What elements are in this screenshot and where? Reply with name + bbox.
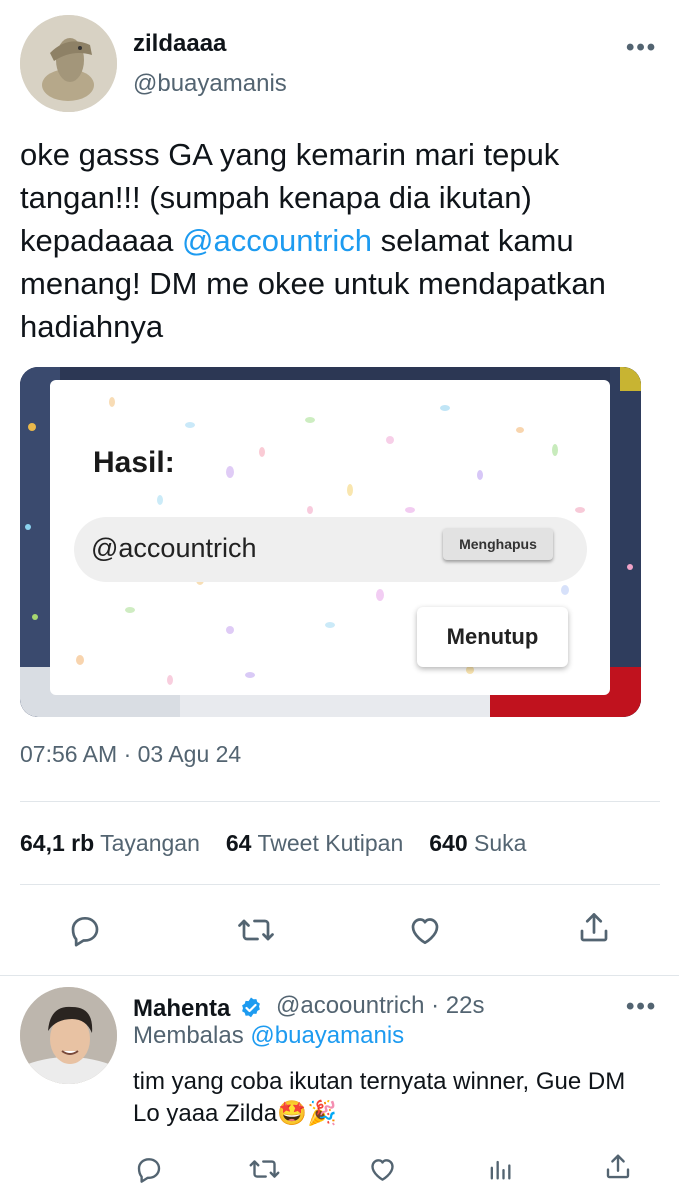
close-button: Menutup — [417, 607, 568, 667]
verified-badge-icon — [239, 996, 263, 1020]
replying-to-handle[interactable]: @buayamanis — [250, 1022, 404, 1049]
share-icon[interactable] — [576, 910, 612, 946]
author-handle[interactable]: @buayamanis — [133, 70, 287, 98]
quotes-stat[interactable]: 64 Tweet Kutipan — [226, 830, 403, 857]
reply-author-handle[interactable]: @acoountrich · 22s — [276, 992, 484, 1020]
delete-button: Menghapus — [443, 528, 553, 560]
reply-share-icon[interactable] — [603, 1152, 633, 1182]
replying-to-prefix: Membalas — [133, 1022, 244, 1049]
reply-reply-icon[interactable] — [134, 1154, 164, 1184]
reply-display-name: Mahenta — [133, 995, 231, 1022]
views-count: 64,1 rb — [20, 830, 95, 856]
tweet-timestamp[interactable]: 07:56 AM · 03 Agu 24 — [20, 741, 241, 768]
result-value: @accountrich — [91, 533, 257, 563]
result-field: @accountrich Menghapus — [74, 517, 587, 582]
section-divider — [0, 975, 679, 976]
likes-label: Suka — [474, 830, 527, 856]
tweet-stats: 64,1 rb Tayangan 64 Tweet Kutipan 640 Su… — [20, 830, 552, 857]
tweet-media-image[interactable]: Hasil: @accountrich Menghapus Menutup — [20, 367, 641, 717]
replying-to: Membalas @buayamanis — [133, 1022, 404, 1050]
reply-author-name[interactable]: Mahenta — [133, 992, 261, 1023]
views-stat[interactable]: 64,1 rb Tayangan — [20, 830, 200, 857]
divider — [20, 801, 660, 802]
reply-icon[interactable] — [67, 912, 103, 948]
views-icon[interactable] — [486, 1155, 514, 1183]
quotes-label: Tweet Kutipan — [257, 830, 404, 856]
retweet-icon[interactable] — [236, 912, 276, 948]
result-dialog: Hasil: @accountrich Menghapus Menutup — [50, 380, 610, 695]
reply-text: tim yang coba ikutan ternyata winner, Gu… — [133, 1068, 626, 1127]
views-label: Tayangan — [100, 830, 200, 856]
reply-like-icon[interactable] — [367, 1154, 398, 1184]
author-avatar[interactable] — [20, 15, 117, 112]
likes-stat[interactable]: 640 Suka — [429, 830, 526, 857]
author-display-name[interactable]: zildaaaa — [133, 30, 226, 58]
tweet-text: oke gasss GA yang kemarin mari tepuk tan… — [20, 133, 665, 348]
like-icon[interactable] — [406, 912, 444, 948]
likes-count: 640 — [429, 830, 468, 856]
quotes-count: 64 — [225, 830, 252, 856]
result-title: Hasil: — [93, 446, 175, 479]
reply-retweet-icon[interactable] — [248, 1154, 281, 1184]
more-icon[interactable]: ••• — [626, 34, 657, 62]
reply-more-icon[interactable]: ••• — [626, 993, 657, 1021]
tweet-mention-link[interactable]: @accountrich — [182, 223, 372, 258]
reply-author-avatar[interactable] — [20, 987, 117, 1084]
divider — [20, 884, 660, 885]
